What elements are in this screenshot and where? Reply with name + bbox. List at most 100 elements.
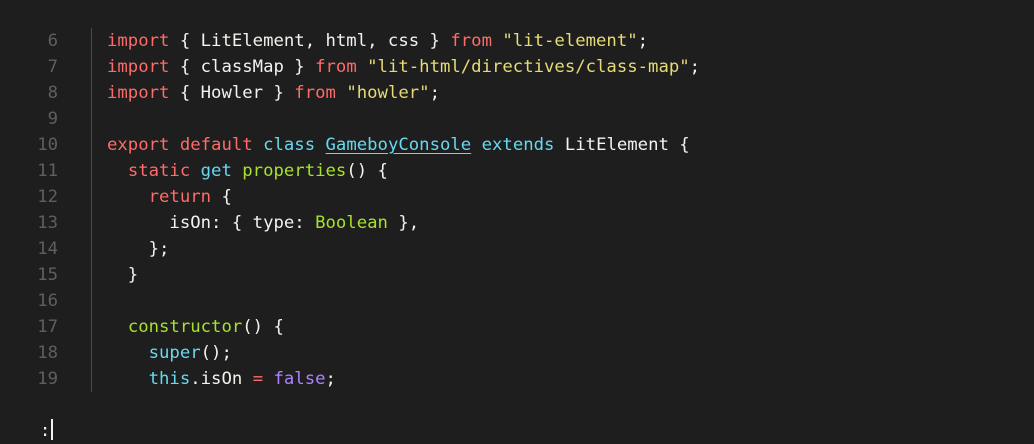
code-line[interactable]: 16 bbox=[0, 288, 1034, 314]
indent-guide bbox=[91, 236, 92, 262]
line-number: 11 bbox=[37, 161, 58, 181]
code-text: return { bbox=[107, 184, 232, 210]
indent-guide bbox=[91, 210, 92, 236]
code-token: (); bbox=[200, 343, 232, 363]
indent-guide bbox=[91, 184, 92, 210]
code-token: default bbox=[179, 135, 253, 155]
code-token: from bbox=[450, 31, 492, 51]
code-token: ; bbox=[325, 369, 336, 389]
code-token: }; bbox=[107, 239, 170, 259]
code-line[interactable]: 6 import { LitElement, html, css } from "… bbox=[0, 28, 1034, 54]
line-number: 6 bbox=[47, 31, 58, 51]
code-token: LitElement { bbox=[554, 135, 690, 155]
code-line[interactable]: 11 static get properties() { bbox=[0, 158, 1034, 184]
code-text: super(); bbox=[107, 340, 232, 366]
code-token: ; bbox=[429, 83, 440, 103]
indent-guide bbox=[91, 262, 92, 288]
indent-guide bbox=[91, 340, 92, 366]
code-line[interactable]: 19 this.isOn = false; bbox=[0, 366, 1034, 392]
code-text: isOn: { type: Boolean }, bbox=[107, 210, 419, 236]
code-token: () { bbox=[346, 161, 388, 181]
code-text: }; bbox=[107, 236, 170, 262]
line-number: 8 bbox=[47, 83, 58, 103]
code-token: = bbox=[252, 369, 264, 389]
indent-guide bbox=[91, 132, 92, 158]
indent-guide bbox=[91, 28, 92, 54]
code-token: { bbox=[211, 187, 232, 207]
code-token: ; bbox=[637, 31, 649, 51]
code-line[interactable]: 13 isOn: { type: Boolean }, bbox=[0, 210, 1034, 236]
line-number: 14 bbox=[37, 239, 58, 259]
line-number: 13 bbox=[37, 213, 58, 233]
code-token: false bbox=[273, 369, 326, 389]
code-token: } bbox=[107, 265, 139, 285]
code-text: static get properties() { bbox=[107, 158, 388, 184]
code-line[interactable]: 14 }; bbox=[0, 236, 1034, 262]
text-cursor bbox=[51, 419, 54, 440]
code-token: from bbox=[294, 83, 336, 103]
code-token: get bbox=[200, 161, 232, 181]
code-line[interactable]: 18 super(); bbox=[0, 340, 1034, 366]
code-token: import bbox=[107, 83, 170, 103]
code-text: this.isOn = false; bbox=[107, 366, 336, 392]
code-editor[interactable]: 6 import { LitElement, html, css } from "… bbox=[0, 28, 1034, 392]
code-token: "howler" bbox=[346, 83, 430, 103]
code-token: .isOn bbox=[190, 369, 253, 389]
code-token: { Howler } bbox=[169, 83, 295, 103]
line-number: 18 bbox=[37, 343, 58, 363]
line-number: 10 bbox=[37, 135, 58, 155]
indent-guide bbox=[91, 158, 92, 184]
line-number: 7 bbox=[47, 57, 58, 77]
code-token: return bbox=[148, 187, 212, 207]
code-text: import { LitElement, html, css } from "l… bbox=[107, 28, 648, 54]
line-number: 19 bbox=[37, 369, 58, 389]
code-line[interactable]: 10 export default class GameboyConsole ex… bbox=[0, 132, 1034, 158]
code-line[interactable]: 9 bbox=[0, 106, 1034, 132]
code-token: from bbox=[315, 57, 357, 77]
indent-guide bbox=[91, 54, 92, 80]
code-token: this bbox=[148, 369, 191, 389]
code-line[interactable]: 12 return { bbox=[0, 184, 1034, 210]
code-token: { LitElement, html, css } bbox=[169, 31, 451, 51]
line-number: 15 bbox=[37, 265, 58, 285]
command-prompt: : bbox=[39, 421, 51, 441]
code-token: import bbox=[107, 57, 170, 77]
code-token: GameboyConsole bbox=[325, 135, 472, 155]
line-number: 17 bbox=[37, 317, 58, 337]
line-number: 9 bbox=[47, 109, 58, 129]
command-line[interactable]: : bbox=[19, 392, 54, 441]
code-line[interactable]: 17 constructor() { bbox=[0, 314, 1034, 340]
code-line[interactable]: 15 } bbox=[0, 262, 1034, 288]
code-token: super bbox=[148, 343, 201, 363]
indent-guide bbox=[91, 366, 92, 392]
code-token: "lit-element" bbox=[502, 31, 638, 51]
indent-guide bbox=[91, 80, 92, 106]
code-token: Boolean bbox=[315, 213, 388, 233]
indent-guide bbox=[91, 288, 92, 314]
code-token: () { bbox=[242, 317, 284, 337]
code-text: } bbox=[107, 262, 138, 288]
line-number: 12 bbox=[37, 187, 58, 207]
code-token: ; bbox=[689, 57, 701, 77]
code-token: "lit-html/directives/class-map" bbox=[367, 57, 690, 77]
code-line[interactable]: 8 import { Howler } from "howler"; bbox=[0, 80, 1034, 106]
code-line[interactable]: 7 import { classMap } from "lit-html/dire… bbox=[0, 54, 1034, 80]
indent-guide bbox=[91, 314, 92, 340]
code-text: import { Howler } from "howler"; bbox=[107, 80, 440, 106]
code-text: import { classMap } from "lit-html/direc… bbox=[107, 54, 700, 80]
code-token: class bbox=[263, 135, 316, 155]
code-token: import bbox=[107, 31, 170, 51]
code-token: export bbox=[107, 135, 170, 155]
